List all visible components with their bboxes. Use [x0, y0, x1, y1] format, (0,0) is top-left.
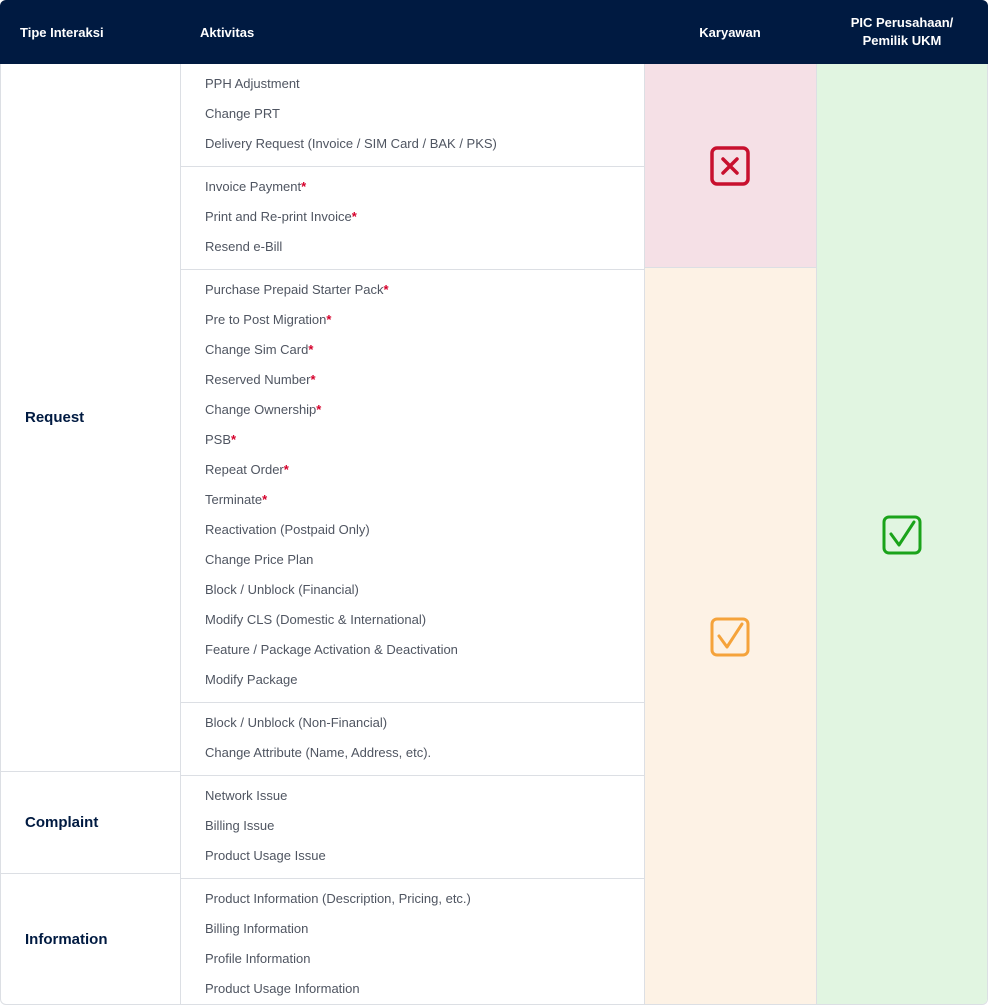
activity-group: PPH Adjustment Change PRT Delivery Request…: [181, 64, 644, 166]
activity-item: Delivery Request (Invoice / SIM Card / B…: [205, 134, 497, 154]
activity-item: Change Attribute (Name, Address, etc).: [205, 743, 431, 763]
activity-item: Pre to Post Migration*: [205, 310, 331, 330]
access-matrix: Tipe Interaksi Aktivitas Karyawan PIC Pe…: [0, 0, 988, 1006]
activity-group: Network Issue Billing Issue Product Usage …: [181, 775, 644, 878]
activity-item: Resend e-Bill: [205, 237, 282, 257]
activity-item: Product Usage Information: [205, 979, 360, 999]
activity-label: PPH Adjustment: [205, 76, 300, 91]
check-box-icon: [882, 515, 922, 555]
pic-column: [817, 64, 987, 1004]
activity-label: Print and Re-print Invoice: [205, 209, 352, 224]
activity-item: Block / Unblock (Financial): [205, 580, 359, 600]
activity-label: Reactivation (Postpaid Only): [205, 522, 370, 537]
activity-item: Network Issue: [205, 786, 287, 806]
type-cell-request: Request: [1, 64, 180, 771]
activity-label: Network Issue: [205, 788, 288, 803]
activity-item: Product Information (Description, Pricin…: [205, 889, 471, 909]
activity-label: Product Information (Description, Pricin…: [205, 891, 471, 906]
activity-label: Product Usage Information: [205, 981, 360, 996]
required-asterisk: *: [308, 342, 314, 357]
table-header: Tipe Interaksi Aktivitas Karyawan PIC Pe…: [0, 0, 988, 64]
header-aktivitas: Aktivitas: [200, 24, 255, 40]
activity-item: Reactivation (Postpaid Only): [205, 520, 370, 540]
check-box-icon: [710, 617, 750, 657]
required-asterisk: *: [383, 282, 389, 297]
karyawan-allowed-cell: [645, 268, 816, 1004]
type-cell-information: Information: [1, 873, 180, 1004]
activity-label: Invoice Payment: [205, 179, 302, 194]
required-asterisk: *: [283, 462, 289, 477]
required-asterisk: *: [316, 402, 322, 417]
activity-group: Product Information (Description, Pricin…: [181, 878, 644, 1004]
activity-item: PPH Adjustment: [205, 74, 300, 94]
activity-item: Invoice Payment*: [205, 177, 306, 197]
activity-label: Reserved Number: [205, 372, 311, 387]
activity-item: Change Price Plan: [205, 550, 313, 570]
activity-label: Profile Information: [205, 951, 311, 966]
activity-item: Feature / Package Activation & Deactivat…: [205, 640, 458, 660]
required-asterisk: *: [262, 492, 268, 507]
activity-group: Purchase Prepaid Starter Pack* Pre to Pos…: [181, 269, 644, 702]
header-tipe-interaksi: Tipe Interaksi: [20, 24, 104, 40]
activity-item: Profile Information: [205, 949, 311, 969]
activity-label: Terminate: [205, 492, 263, 507]
required-asterisk: *: [326, 312, 332, 327]
type-column: Request Complaint Information: [1, 64, 181, 1004]
activity-label: Billing Issue: [205, 818, 275, 833]
activity-item: Reserved Number*: [205, 370, 316, 390]
activity-label: Resend e-Bill: [205, 239, 283, 254]
activity-label: Delivery Request (Invoice / SIM Card / B…: [205, 136, 497, 151]
type-label-request: Request: [25, 409, 85, 426]
activity-item: Print and Re-print Invoice*: [205, 207, 357, 227]
activity-item: Modify CLS (Domestic & International): [205, 610, 426, 630]
activity-label: PSB: [205, 432, 232, 447]
karyawan-column: [645, 64, 817, 1004]
activity-label: Feature / Package Activation & Deactivat…: [205, 642, 458, 657]
activity-item: Modify Package: [205, 670, 298, 690]
activity-item: Change Ownership*: [205, 400, 321, 420]
karyawan-not-allowed-cell: [645, 64, 816, 268]
activity-item: Billing Information: [205, 919, 308, 939]
activity-item: Change PRT: [205, 104, 280, 124]
activity-group: Block / Unblock (Non-Financial) Change At…: [181, 702, 644, 775]
activity-item: PSB*: [205, 430, 236, 450]
header-karyawan: Karyawan: [699, 24, 761, 40]
activity-item: Billing Issue: [205, 816, 274, 836]
required-asterisk: *: [231, 432, 237, 447]
activity-item: Terminate*: [205, 490, 267, 510]
type-label-complaint: Complaint: [25, 814, 99, 831]
activity-label: Change Sim Card: [205, 342, 309, 357]
activity-label: Product Usage Issue: [205, 848, 326, 863]
activity-label: Modify Package: [205, 672, 298, 687]
activity-item: Repeat Order*: [205, 460, 289, 480]
activity-label: Purchase Prepaid Starter Pack: [205, 282, 384, 297]
activity-label: Repeat Order: [205, 462, 284, 477]
x-box-icon: [710, 146, 750, 186]
activity-item: Purchase Prepaid Starter Pack*: [205, 280, 389, 300]
header-pic: PIC Perusahaan/ Pemilik UKM: [816, 0, 988, 64]
header-pic-label: PIC Perusahaan/ Pemilik UKM: [850, 15, 954, 48]
activity-item: Change Sim Card*: [205, 340, 313, 360]
activity-label: Change Price Plan: [205, 552, 314, 567]
activity-label: Change Attribute (Name, Address, etc).: [205, 745, 432, 760]
activity-label: Pre to Post Migration: [205, 312, 327, 327]
activity-label: Block / Unblock (Financial): [205, 582, 359, 597]
required-asterisk: *: [301, 179, 307, 194]
activity-label: Change PRT: [205, 106, 280, 121]
type-label-information: Information: [25, 931, 108, 948]
activity-group: Invoice Payment* Print and Re-print Invoi…: [181, 166, 644, 269]
type-cell-complaint: Complaint: [1, 771, 180, 873]
activity-label: Change Ownership: [205, 402, 317, 417]
activity-label: Billing Information: [205, 921, 309, 936]
activity-label: Modify CLS (Domestic & International): [205, 612, 427, 627]
activity-item: Block / Unblock (Non-Financial): [205, 713, 387, 733]
activity-label: Block / Unblock (Non-Financial): [205, 715, 388, 730]
required-asterisk: *: [310, 372, 316, 387]
activity-item: Product Usage Issue: [205, 846, 326, 866]
required-asterisk: *: [351, 209, 357, 224]
activity-column: PPH Adjustment Change PRT Delivery Request…: [181, 64, 645, 1004]
table-body: Request Complaint Information PPH Adjust…: [0, 64, 988, 1005]
